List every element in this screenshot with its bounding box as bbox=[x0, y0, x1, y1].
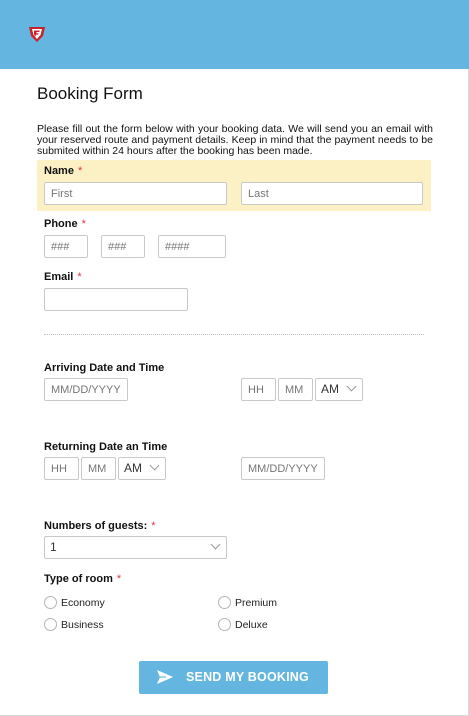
paper-plane-icon bbox=[157, 670, 173, 684]
arriving-minute-input[interactable] bbox=[278, 378, 313, 401]
phone-prefix-input[interactable] bbox=[101, 235, 145, 258]
name-label: Name * bbox=[44, 165, 83, 177]
form-intro: Please fill out the form below with your… bbox=[37, 123, 433, 157]
shield-logo-icon bbox=[29, 27, 45, 42]
chevron-down-icon bbox=[149, 460, 160, 471]
section-divider bbox=[44, 334, 424, 335]
email-input[interactable] bbox=[44, 288, 188, 311]
arriving-ampm-value: AM bbox=[321, 382, 339, 396]
radio-label-business: Business bbox=[61, 619, 104, 631]
arriving-date-input[interactable] bbox=[44, 378, 128, 401]
arriving-label: Arriving Date and Time bbox=[44, 362, 165, 374]
radio-deluxe[interactable] bbox=[218, 618, 231, 631]
phone-label: Phone * bbox=[44, 218, 86, 230]
room-type-label: Type of room * bbox=[44, 573, 122, 585]
radio-business[interactable] bbox=[44, 618, 57, 631]
send-booking-button[interactable]: SEND MY BOOKING bbox=[139, 661, 328, 694]
radio-label-economy: Economy bbox=[61, 597, 105, 609]
chevron-down-icon bbox=[346, 381, 357, 392]
phone-area-input[interactable] bbox=[44, 235, 88, 258]
send-booking-label: SEND MY BOOKING bbox=[186, 670, 309, 684]
arriving-hour-input[interactable] bbox=[241, 378, 276, 401]
guests-label: Numbers of guests: * bbox=[44, 520, 156, 532]
radio-economy[interactable] bbox=[44, 596, 57, 609]
chevron-down-icon bbox=[210, 539, 221, 550]
last-name-input[interactable] bbox=[241, 182, 423, 205]
phone-line-input[interactable] bbox=[158, 235, 226, 258]
returning-ampm-select[interactable]: AM bbox=[118, 457, 166, 480]
arriving-ampm-select[interactable]: AM bbox=[315, 378, 363, 401]
radio-label-premium: Premium bbox=[235, 597, 278, 609]
form-title: Booking Form bbox=[37, 84, 143, 103]
returning-label: Returning Date an Time bbox=[44, 441, 168, 453]
returning-date-input[interactable] bbox=[241, 457, 325, 480]
radio-premium[interactable] bbox=[218, 596, 231, 609]
returning-minute-input[interactable] bbox=[81, 457, 116, 480]
returning-hour-input[interactable] bbox=[44, 457, 79, 480]
guests-value: 1 bbox=[50, 540, 57, 554]
radio-label-deluxe: Deluxe bbox=[235, 619, 268, 631]
guests-select[interactable]: 1 bbox=[44, 536, 227, 559]
header-bar bbox=[0, 0, 469, 69]
returning-ampm-value: AM bbox=[124, 461, 142, 475]
email-label: Email * bbox=[44, 271, 82, 283]
first-name-input[interactable] bbox=[44, 182, 227, 205]
